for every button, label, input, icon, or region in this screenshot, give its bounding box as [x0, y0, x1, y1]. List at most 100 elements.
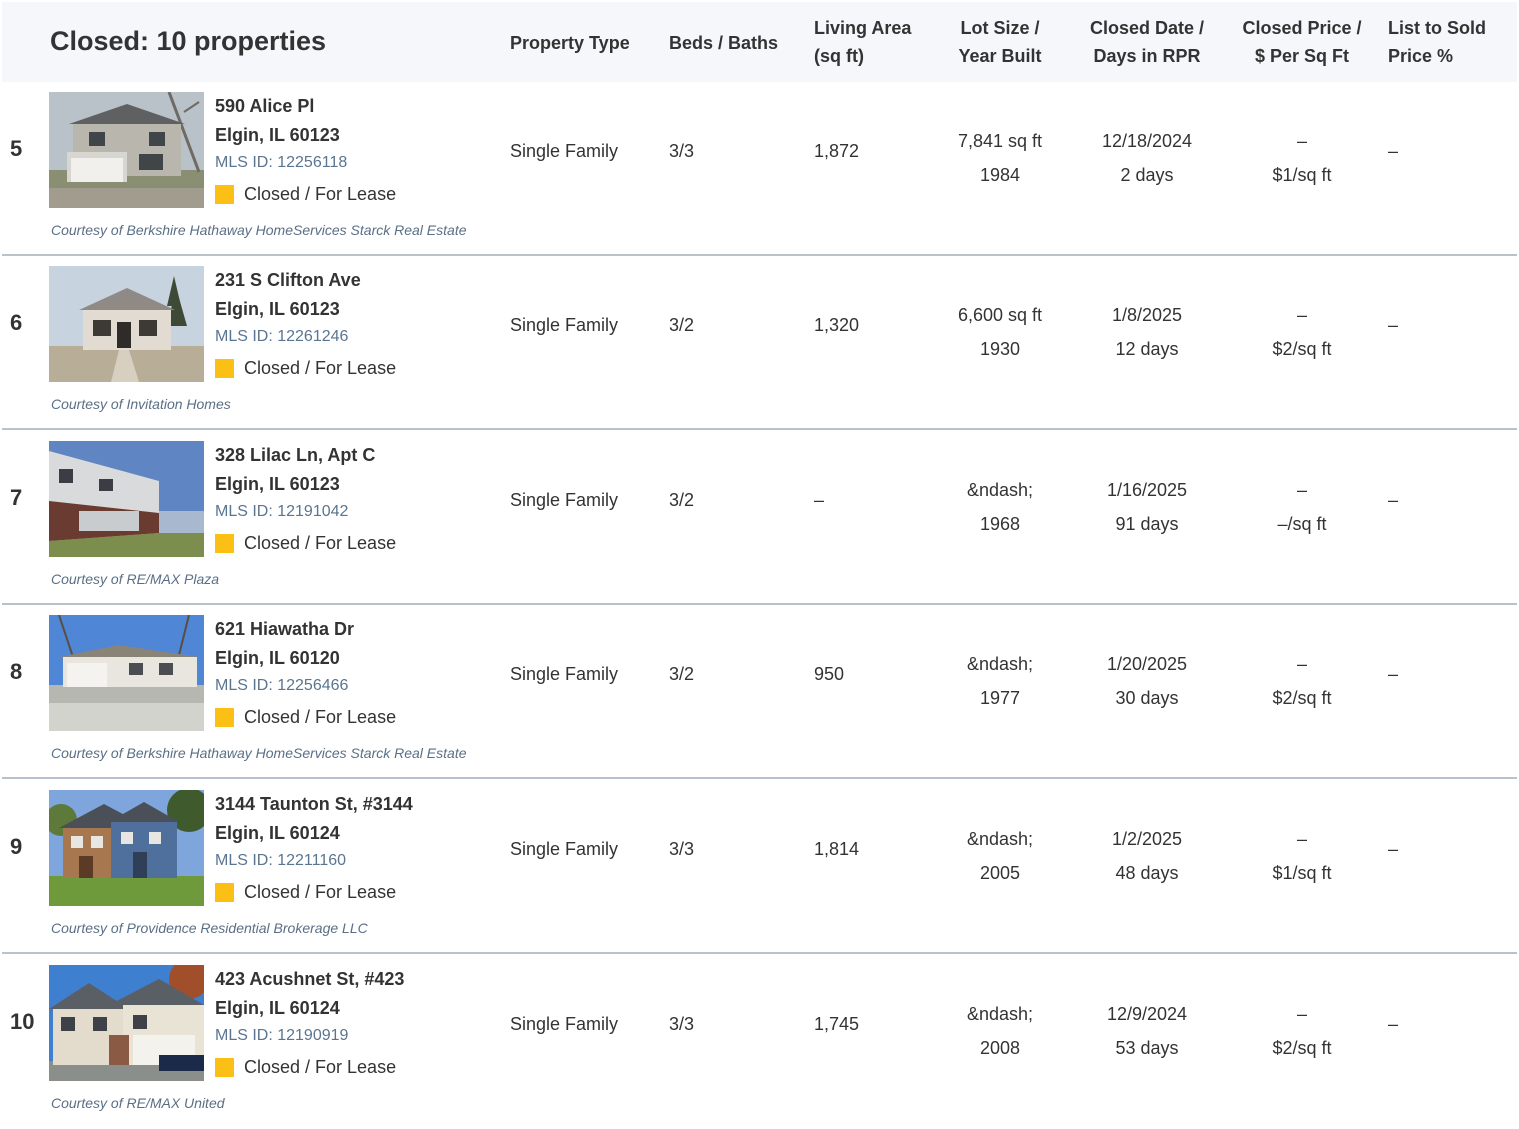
- closed-price-per-sqft: – $1/sq ft: [1272, 829, 1332, 883]
- beds-baths: 3/3: [669, 1014, 695, 1034]
- status-square-icon: [215, 708, 234, 727]
- column-header-list-to-sold[interactable]: List to Sold Price %: [1388, 14, 1486, 70]
- beds-baths: 3/2: [669, 664, 695, 684]
- property-address-link[interactable]: 3144 Taunton St, #3144: [215, 794, 413, 815]
- list-to-sold-percent: –: [1388, 490, 1399, 510]
- property-address-link[interactable]: 231 S Clifton Ave: [215, 270, 361, 291]
- column-header-beds-baths[interactable]: Beds / Baths: [669, 29, 778, 57]
- property-type: Single Family: [510, 839, 619, 859]
- table-row[interactable]: 5 590 Alice Pl Elgin, IL 60123 MLS ID: 1…: [2, 82, 1517, 256]
- column-header-lot-size[interactable]: Lot Size / Year Built: [950, 14, 1050, 70]
- status-badge: Closed / For Lease: [215, 533, 396, 554]
- listing-courtesy: Courtesy of Berkshire Hathaway HomeServi…: [51, 745, 467, 761]
- lot-size-year-built: 6,600 sq ft 1930: [957, 305, 1043, 359]
- column-header-property-type[interactable]: Property Type: [510, 29, 630, 57]
- closed-date-days: 1/8/2025 12 days: [1111, 305, 1183, 359]
- status-badge: Closed / For Lease: [215, 358, 396, 379]
- property-address-link[interactable]: 328 Lilac Ln, Apt C: [215, 445, 375, 466]
- living-area: 950: [814, 664, 845, 684]
- property-city: Elgin, IL 60124: [215, 998, 340, 1018]
- property-photo[interactable]: [49, 441, 204, 557]
- property-type: Single Family: [510, 664, 619, 684]
- property-address-link[interactable]: 621 Hiawatha Dr: [215, 619, 354, 640]
- closed-price-per-sqft: – $1/sq ft: [1272, 131, 1332, 185]
- status-square-icon: [215, 1058, 234, 1077]
- living-area: 1,320: [814, 315, 860, 335]
- table-row[interactable]: 9 3144 Taunton St, #3144 Elgin, IL 60124…: [2, 780, 1517, 954]
- mls-id: MLS ID: 12256118: [215, 154, 348, 171]
- row-number: 6: [10, 310, 23, 335]
- property-type: Single Family: [510, 141, 619, 161]
- living-area: 1,814: [814, 839, 860, 859]
- row-number: 10: [10, 1009, 35, 1034]
- closed-price-per-sqft: – $2/sq ft: [1272, 1004, 1332, 1058]
- table-header: Closed: 10 properties Property Type Beds…: [2, 2, 1517, 82]
- lot-size-year-built: &ndash; 2005: [966, 829, 1034, 883]
- bungalow-icon: [49, 266, 204, 382]
- listing-courtesy: Courtesy of RE/MAX Plaza: [51, 571, 220, 587]
- table-row[interactable]: 8 621 Hiawatha Dr Elgin, IL 60120 MLS ID…: [2, 605, 1517, 779]
- column-header-closed-price[interactable]: Closed Price / $ Per Sq Ft: [1237, 14, 1367, 70]
- status-square-icon: [215, 359, 234, 378]
- mls-id: MLS ID: 12191042: [215, 503, 349, 520]
- property-photo[interactable]: [49, 965, 204, 1081]
- table-row[interactable]: 6 231 S Clifton Ave Elgin, IL 60123 MLS …: [2, 256, 1517, 430]
- garage-townhome-icon: [49, 965, 204, 1081]
- closed-price-per-sqft: – –/sq ft: [1277, 480, 1327, 534]
- mls-id: MLS ID: 12256466: [215, 677, 349, 694]
- lot-size-year-built: &ndash; 1968: [966, 480, 1034, 534]
- living-area: –: [814, 490, 825, 510]
- list-to-sold-percent: –: [1388, 839, 1399, 859]
- property-city: Elgin, IL 60123: [215, 474, 340, 494]
- status-square-icon: [215, 534, 234, 553]
- property-photo[interactable]: [49, 790, 204, 906]
- table-row[interactable]: 10 423 Acushnet St, #423 Elgin, IL 60124…: [2, 955, 1517, 1129]
- row-number: 5: [10, 136, 23, 161]
- closed-price-per-sqft: – $2/sq ft: [1272, 654, 1332, 708]
- list-to-sold-percent: –: [1388, 664, 1399, 684]
- two-story-house-icon: [49, 92, 204, 208]
- lot-size-year-built: 7,841 sq ft 1984: [957, 131, 1043, 185]
- status-square-icon: [215, 185, 234, 204]
- status-badge: Closed / For Lease: [215, 1057, 396, 1078]
- beds-baths: 3/3: [669, 839, 695, 859]
- property-address-link[interactable]: 590 Alice Pl: [215, 96, 314, 117]
- property-city: Elgin, IL 60120: [215, 648, 340, 668]
- list-to-sold-percent: –: [1388, 315, 1399, 335]
- table-row[interactable]: 7 328 Lilac Ln, Apt C Elgin, IL 60123 ML…: [2, 431, 1517, 605]
- lot-size-year-built: &ndash; 1977: [966, 654, 1034, 708]
- column-header-closed-date[interactable]: Closed Date / Days in RPR: [1082, 14, 1212, 70]
- listing-courtesy: Courtesy of Berkshire Hathaway HomeServi…: [51, 222, 467, 238]
- closed-price-per-sqft: – $2/sq ft: [1272, 305, 1332, 359]
- property-type: Single Family: [510, 1014, 619, 1034]
- townhouse-icon: [49, 441, 204, 557]
- row-townhome-icon: [49, 790, 204, 906]
- lot-size-year-built: &ndash; 2008: [966, 1004, 1034, 1058]
- listing-courtesy: Courtesy of RE/MAX United: [51, 1095, 225, 1111]
- property-photo[interactable]: [49, 92, 204, 208]
- property-photo[interactable]: [49, 266, 204, 382]
- beds-baths: 3/3: [669, 141, 695, 161]
- row-number: 7: [10, 485, 23, 510]
- closed-date-days: 1/16/2025 91 days: [1106, 480, 1188, 534]
- mls-id: MLS ID: 12261246: [215, 328, 349, 345]
- listing-courtesy: Courtesy of Invitation Homes: [51, 396, 231, 412]
- property-type: Single Family: [510, 315, 619, 335]
- property-address-link[interactable]: 423 Acushnet St, #423: [215, 969, 404, 990]
- status-square-icon: [215, 883, 234, 902]
- closed-date-days: 1/20/2025 30 days: [1106, 654, 1188, 708]
- mls-id: MLS ID: 12211160: [215, 852, 347, 869]
- property-city: Elgin, IL 60124: [215, 823, 340, 843]
- status-badge: Closed / For Lease: [215, 184, 396, 205]
- row-number: 8: [10, 659, 23, 684]
- property-type: Single Family: [510, 490, 619, 510]
- closed-date-days: 1/2/2025 48 days: [1111, 829, 1183, 883]
- status-badge: Closed / For Lease: [215, 882, 396, 903]
- property-city: Elgin, IL 60123: [215, 125, 340, 145]
- living-area: 1,745: [814, 1014, 860, 1034]
- ranch-house-icon: [49, 615, 204, 731]
- column-header-living-area[interactable]: Living Area (sq ft): [814, 14, 911, 70]
- living-area: 1,872: [814, 141, 860, 161]
- mls-id: MLS ID: 12190919: [215, 1027, 349, 1044]
- property-photo[interactable]: [49, 615, 204, 731]
